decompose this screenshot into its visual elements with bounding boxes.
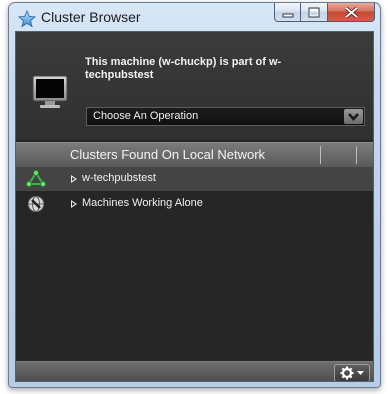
maximize-button[interactable] [301, 3, 328, 22]
cluster-browser-window: Cluster Browser This machine (w-chuckp) … [8, 2, 381, 388]
expand-triangle-icon[interactable] [71, 200, 77, 208]
client-area: This machine (w-chuckp) is part of w-tec… [15, 31, 374, 382]
clusters-column-header[interactable]: Clusters Found On Local Network [16, 142, 373, 167]
operation-select-value: Choose An Operation [93, 110, 199, 122]
column-header-label: Clusters Found On Local Network [69, 147, 266, 162]
cluster-list: w-techpubstest Machines Working Alone [16, 167, 373, 361]
window-title: Cluster Browser [41, 9, 141, 25]
expand-triangle-icon[interactable] [71, 175, 77, 183]
cluster-item-label: Machines Working Alone [82, 197, 203, 209]
close-icon [344, 6, 359, 19]
monitor-icon [32, 75, 68, 114]
machine-header: This machine (w-chuckp) is part of w-tec… [16, 32, 373, 140]
operation-select[interactable]: Choose An Operation [86, 107, 365, 126]
maximize-icon [308, 7, 320, 18]
cluster-network-icon [26, 170, 46, 193]
column-separator[interactable] [356, 146, 357, 164]
minimize-icon [282, 13, 294, 18]
machine-status-text: This machine (w-chuckp) is part of w-tec… [85, 56, 282, 81]
caption-buttons [274, 3, 375, 23]
gear-icon [340, 366, 364, 380]
footer-bar [16, 361, 373, 381]
cluster-list-item[interactable]: Machines Working Alone [16, 192, 373, 216]
standalone-machine-icon [26, 195, 46, 218]
chevron-down-icon[interactable] [344, 109, 363, 124]
close-button[interactable] [328, 3, 375, 22]
cluster-list-item[interactable]: w-techpubstest [16, 167, 373, 191]
minimize-button[interactable] [274, 3, 301, 22]
column-separator[interactable] [320, 146, 321, 164]
gear-menu-button[interactable] [334, 364, 370, 381]
star-icon [17, 9, 37, 28]
cluster-item-label: w-techpubstest [82, 172, 156, 184]
title-bar[interactable]: Cluster Browser [9, 3, 380, 33]
